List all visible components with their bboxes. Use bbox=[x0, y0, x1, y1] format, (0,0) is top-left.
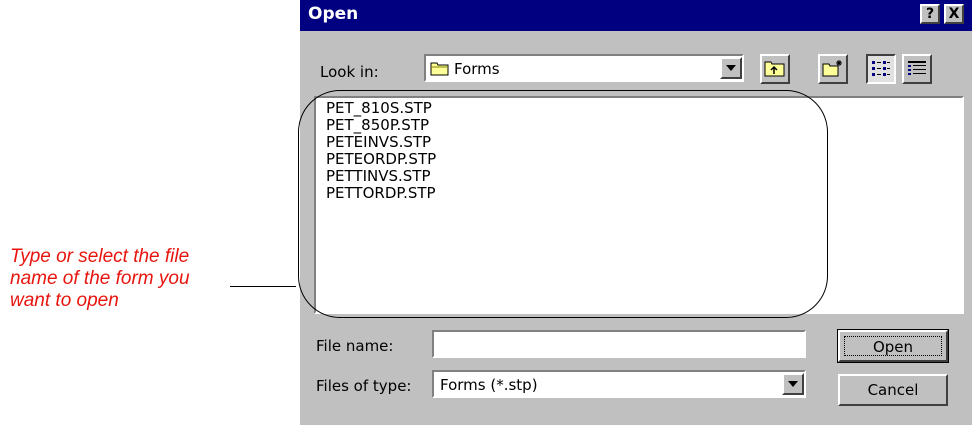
annotation-pointer-line bbox=[230, 286, 296, 287]
dialog-title: Open bbox=[308, 4, 359, 24]
list-view-icon bbox=[872, 61, 890, 76]
details-view-button[interactable] bbox=[902, 54, 932, 84]
file-item[interactable]: PETTORDP.STP bbox=[316, 185, 436, 202]
close-button[interactable]: X bbox=[944, 4, 964, 24]
file-item[interactable]: PETEORDP.STP bbox=[316, 151, 436, 168]
look-in-value: Forms bbox=[454, 60, 500, 78]
annotation-line-1: Type or select the file bbox=[10, 246, 190, 267]
open-dialog: Open ? X Look in: Forms PET_810S.STP PET… bbox=[300, 0, 972, 425]
file-item[interactable]: PET_810S.STP bbox=[316, 100, 436, 117]
file-list[interactable]: PET_810S.STP PET_850P.STP PETEINVS.STP PETE… bbox=[314, 96, 964, 314]
details-view-icon bbox=[908, 61, 926, 75]
open-button[interactable]: Open bbox=[837, 329, 949, 363]
look-in-label: Look in: bbox=[320, 63, 379, 81]
file-item[interactable]: PETTINVS.STP bbox=[316, 168, 436, 185]
new-folder-button[interactable] bbox=[818, 54, 848, 84]
new-folder-icon bbox=[822, 60, 842, 77]
file-item[interactable]: PET_850P.STP bbox=[316, 117, 436, 134]
files-of-type-value: Forms (*.stp) bbox=[440, 376, 538, 394]
annotation-text: Type or select the file name of the form… bbox=[10, 246, 270, 312]
file-name-label: File name: bbox=[316, 337, 394, 355]
look-in-select[interactable]: Forms bbox=[424, 54, 744, 82]
file-name-input[interactable] bbox=[432, 330, 806, 358]
list-view-button[interactable] bbox=[866, 54, 896, 84]
up-one-level-button[interactable] bbox=[760, 54, 790, 84]
look-in-dropdown-arrow[interactable] bbox=[720, 57, 742, 79]
help-button[interactable]: ? bbox=[920, 4, 940, 24]
cancel-button[interactable]: Cancel bbox=[838, 374, 948, 406]
file-item[interactable]: PETEINVS.STP bbox=[316, 134, 436, 151]
title-bar: Open ? X bbox=[300, 0, 972, 31]
folder-icon bbox=[430, 62, 449, 76]
files-of-type-label: Files of type: bbox=[316, 377, 412, 395]
annotation-line-3: want to open bbox=[10, 290, 119, 311]
up-folder-icon bbox=[764, 61, 785, 77]
open-button-label: Open bbox=[844, 336, 942, 356]
files-of-type-dropdown-arrow[interactable] bbox=[782, 373, 804, 395]
files-of-type-select[interactable]: Forms (*.stp) bbox=[432, 370, 806, 398]
